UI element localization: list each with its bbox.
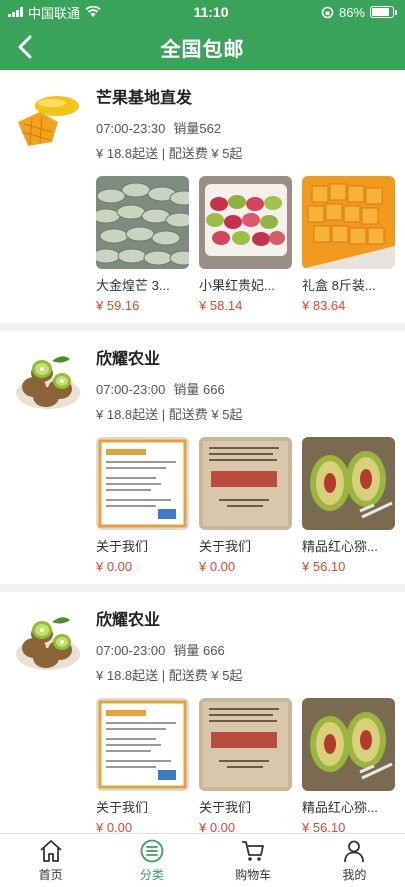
product-price: ¥ 56.10: [302, 559, 346, 574]
product-card[interactable]: 大金煌芒 3... ¥ 59.16: [96, 176, 189, 313]
tab-label: 购物车: [235, 868, 272, 882]
product-image: [96, 698, 189, 791]
user-icon: [344, 840, 365, 863]
product-name: 精品红心猕...: [302, 800, 378, 815]
product-name: 小果红贵妃...: [199, 278, 275, 293]
product-name: 礼盒 8斤装...: [302, 278, 376, 293]
product-image: [199, 176, 292, 269]
signal-icon: [8, 7, 23, 17]
tab-home[interactable]: 首页: [0, 834, 101, 887]
product-image: [96, 437, 189, 530]
product-row: 关于我们 ¥ 0.00 关于我们 ¥ 0.00 精品红心猕... ¥ 56.10: [96, 698, 395, 833]
product-card[interactable]: 关于我们 ¥ 0.00: [199, 698, 292, 833]
battery-icon: [370, 6, 397, 18]
product-card[interactable]: 小果红贵妃... ¥ 58.14: [199, 176, 292, 313]
chevron-left-icon: [18, 35, 32, 59]
product-image: [96, 176, 189, 269]
product-price: ¥ 0.00: [199, 820, 236, 833]
product-image: [199, 698, 292, 791]
product-price: ¥ 58.14: [199, 298, 243, 313]
product-row: 关于我们 ¥ 0.00 关于我们 ¥ 0.00 精品红心猕... ¥ 56.10: [96, 437, 395, 574]
store-sales: 销量 666: [173, 643, 225, 658]
tab-label: 分类: [139, 868, 164, 882]
battery-percent: 86%: [338, 4, 365, 20]
product-image: [302, 437, 395, 530]
status-right: 86%: [321, 5, 397, 20]
orientation-lock-icon: [321, 6, 334, 18]
cart-icon: [242, 841, 265, 861]
product-name: 关于我们: [199, 539, 252, 554]
product-card[interactable]: 关于我们 ¥ 0.00: [96, 698, 189, 833]
tab-bar: 首页 分类 购物车 我的: [0, 833, 405, 887]
tab-label: 我的: [342, 868, 367, 882]
product-image: [302, 698, 395, 791]
product-price: ¥ 56.10: [302, 820, 346, 833]
store-card[interactable]: 芒果基地直发 07:00-23:30 销量562 ¥ 18.8起送 | 配送费 ¥…: [0, 70, 405, 323]
tab-profile[interactable]: 我的: [304, 834, 405, 887]
tab-label: 首页: [38, 868, 63, 882]
store-sales: 销量 666: [173, 382, 225, 397]
product-price: ¥ 0.00: [96, 820, 133, 833]
category-icon: [140, 839, 164, 863]
store-logo: [12, 343, 84, 415]
store-hours: 07:00-23:00: [96, 643, 166, 658]
product-name: 关于我们: [96, 539, 149, 554]
store-logo: [12, 604, 84, 676]
store-fees: ¥ 18.8起送 | 配送费 ¥ 5起: [96, 146, 243, 161]
store-fees: ¥ 18.8起送 | 配送费 ¥ 5起: [96, 407, 243, 422]
product-price: ¥ 0.00: [199, 559, 236, 574]
tab-cart[interactable]: 购物车: [203, 834, 304, 887]
store-hours: 07:00-23:00: [96, 382, 166, 397]
store-fees: ¥ 18.8起送 | 配送费 ¥ 5起: [96, 668, 243, 683]
store-sales: 销量562: [173, 121, 222, 136]
product-card[interactable]: 关于我们 ¥ 0.00: [96, 437, 189, 574]
page-title: 全国包邮: [160, 38, 245, 61]
status-time: 11:10: [193, 4, 229, 20]
back-button[interactable]: [12, 34, 38, 60]
store-logo: [12, 82, 84, 154]
store-hours: 07:00-23:30: [96, 121, 166, 136]
store-card[interactable]: 欣耀农业 07:00-23:00 销量 666 ¥ 18.8起送 | 配送费 ¥ …: [0, 331, 405, 584]
product-image: [302, 176, 395, 269]
product-card[interactable]: 关于我们 ¥ 0.00: [199, 437, 292, 574]
product-card[interactable]: 精品红心猕... ¥ 56.10: [302, 698, 395, 833]
store-name: 欣耀农业: [96, 612, 161, 629]
store-name: 欣耀农业: [96, 351, 161, 368]
product-row: 大金煌芒 3... ¥ 59.16 小果红贵妃... ¥ 58.14 礼盒 8斤…: [96, 176, 395, 313]
product-name: 大金煌芒 3...: [96, 278, 170, 293]
product-price: ¥ 59.16: [96, 298, 140, 313]
nav-bar: 全国包邮: [0, 24, 405, 70]
product-price: ¥ 83.64: [302, 298, 346, 313]
product-image: [199, 437, 292, 530]
product-card[interactable]: 精品红心猕... ¥ 56.10: [302, 437, 395, 574]
product-name: 关于我们: [199, 800, 252, 815]
status-left: 中国联通: [8, 3, 101, 22]
product-name: 关于我们: [96, 800, 149, 815]
home-icon: [40, 840, 62, 862]
status-bar: 中国联通 11:10 86%: [0, 0, 405, 24]
wifi-icon: [85, 6, 101, 17]
carrier: 中国联通: [28, 5, 81, 21]
store-card[interactable]: 欣耀农业 07:00-23:00 销量 666 ¥ 18.8起送 | 配送费 ¥ …: [0, 592, 405, 833]
product-card[interactable]: 礼盒 8斤装... ¥ 83.64: [302, 176, 395, 313]
tab-category[interactable]: 分类: [101, 834, 202, 887]
store-list: 芒果基地直发 07:00-23:30 销量562 ¥ 18.8起送 | 配送费 ¥…: [0, 70, 405, 833]
product-price: ¥ 0.00: [96, 559, 133, 574]
store-name: 芒果基地直发: [96, 90, 193, 107]
product-name: 精品红心猕...: [302, 539, 378, 554]
